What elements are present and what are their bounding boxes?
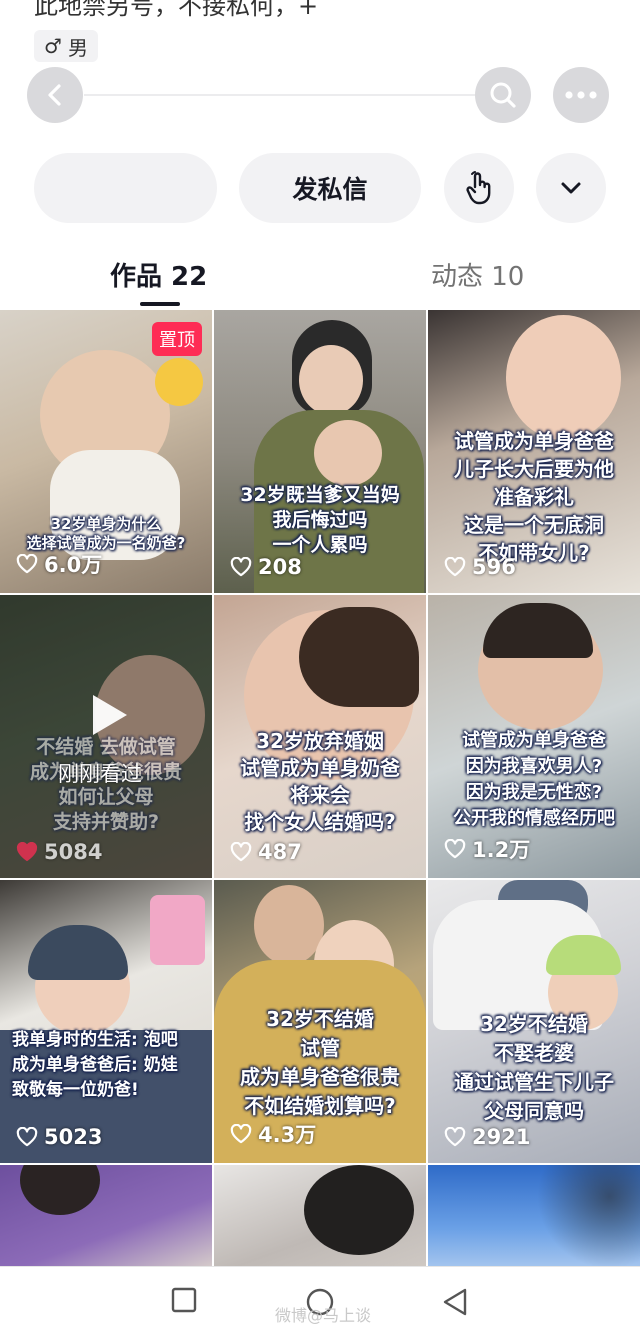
video-caption: 试管成为单身爸爸 儿子长大后要为他 准备彩礼 这是一个无底洞 不如带女儿? — [454, 429, 614, 565]
bio-text: 此地禁另号，不接私何，+ — [34, 0, 319, 20]
video-tile[interactable]: 32岁放弃婚姻 试管成为单身奶爸 将来会 找个女人结婚吗? 487 — [214, 595, 426, 878]
heart-icon — [230, 842, 252, 862]
like-count: 596 — [444, 555, 516, 579]
heart-icon — [444, 557, 466, 577]
like-count: 208 — [230, 555, 302, 579]
person-head — [20, 1165, 100, 1215]
toy — [150, 895, 205, 965]
video-tile[interactable]: 置顶 32岁单身为什么 选择试管成为一名奶爸? 6.0万 — [0, 310, 212, 593]
video-caption: 32岁不结婚 不娶老婆 通过试管生下儿子 父母同意吗 — [454, 1012, 614, 1123]
content-tabs: 作品 22 动态 10 — [0, 240, 640, 310]
video-caption: 我单身时的生活: 泡吧 成为单身爸爸后: 奶娃 致敬每一位奶爸! — [12, 1030, 178, 1100]
baby-hair — [483, 603, 593, 658]
man-face — [299, 345, 363, 415]
heart-icon — [16, 1127, 38, 1147]
video-tile[interactable]: 32岁不结婚 试管 成为单身爸爸很贵 不如结婚划算吗? 4.3万 — [214, 880, 426, 1163]
more-dots-icon — [565, 91, 597, 99]
video-tile[interactable]: 不结婚 去做试管 成为单身爸爸很贵 如何让父母 支持并赞助? 刚刚看过 5084 — [0, 595, 212, 878]
expand-button[interactable] — [536, 153, 606, 223]
watermark: 微博@马上谈 — [275, 1306, 372, 1325]
video-caption: 32岁既当爹又当妈 我后悔过吗 一个人累吗 — [240, 484, 400, 556]
video-caption: 32岁放弃婚姻 试管成为单身奶爸 将来会 找个女人结婚吗? — [240, 729, 400, 834]
like-count: 2921 — [444, 1125, 530, 1149]
tab-indicator — [140, 302, 180, 306]
profile-page: 此地禁另号，不接私何，+ ♂ 男 发私信 作品 22 动态 10 置顶 32岁单… — [0, 0, 640, 1330]
man-face — [254, 885, 324, 965]
video-tile[interactable] — [0, 1165, 212, 1270]
baby-hair — [299, 607, 419, 707]
hand-pointer-icon — [466, 171, 491, 205]
gender-tag: ♂ 男 — [34, 30, 98, 62]
tab-dynamic[interactable]: 动态 10 — [431, 256, 524, 293]
like-count: 5084 — [16, 840, 102, 864]
profile-actions: 发私信 — [34, 153, 606, 225]
pinned-badge: 置顶 — [152, 322, 202, 356]
video-tile[interactable]: 试管成为单身爸爸 儿子长大后要为他 准备彩礼 这是一个无底洞 不如带女儿? 59… — [428, 310, 640, 593]
play-icon — [93, 695, 127, 735]
baby-face — [506, 315, 621, 440]
back-nav-icon[interactable] — [441, 1287, 469, 1317]
video-tile[interactable] — [428, 1165, 640, 1270]
share-button[interactable] — [444, 153, 514, 223]
send-message-button[interactable]: 发私信 — [239, 153, 421, 223]
video-tile[interactable] — [214, 1165, 426, 1270]
like-count: 487 — [230, 840, 302, 864]
heart-filled-icon — [16, 842, 38, 862]
search-button[interactable] — [475, 67, 531, 123]
heart-icon — [230, 557, 252, 577]
tree-branches — [538, 1165, 640, 1270]
video-tile[interactable]: 32岁不结婚 不娶老婆 通过试管生下儿子 父母同意吗 2921 — [428, 880, 640, 1163]
baby-head — [314, 420, 382, 486]
video-caption: 试管成为单身爸爸 因为我喜欢男人? 因为我是无性恋? 公开我的情感经历吧 — [453, 730, 615, 829]
person-head — [304, 1165, 414, 1255]
follow-button[interactable] — [34, 153, 217, 223]
video-tile[interactable]: 试管成为单身爸爸 因为我喜欢男人? 因为我是无性恋? 公开我的情感经历吧 1.2… — [428, 595, 640, 878]
heart-icon — [444, 1127, 466, 1147]
like-count: 6.0万 — [16, 549, 102, 579]
header-divider — [84, 94, 476, 96]
video-tile[interactable]: 32岁既当爹又当妈 我后悔过吗 一个人累吗 208 — [214, 310, 426, 593]
tab-works[interactable]: 作品 22 — [110, 256, 207, 293]
baby-hat — [28, 925, 128, 980]
heart-icon — [444, 839, 466, 859]
more-button[interactable] — [553, 67, 609, 123]
video-caption: 32岁单身为什么 选择试管成为一名奶爸? — [26, 515, 186, 552]
heart-icon — [230, 1124, 252, 1144]
like-count: 5023 — [16, 1125, 102, 1149]
gender-label: 男 — [67, 35, 88, 60]
chevron-left-icon — [48, 84, 61, 106]
back-button[interactable] — [27, 67, 83, 123]
recent-apps-icon[interactable] — [171, 1287, 197, 1313]
video-caption: 32岁不结婚 试管 成为单身爸爸很贵 不如结婚划算吗? — [240, 1007, 400, 1118]
video-tile[interactable]: 我单身时的生活: 泡吧 成为单身爸爸后: 奶娃 致敬每一位奶爸! 5023 — [0, 880, 212, 1163]
like-count: 1.2万 — [444, 834, 530, 864]
heart-icon — [16, 554, 38, 574]
recently-watched-label: 刚刚看过 — [58, 762, 142, 786]
sticker-face — [155, 358, 203, 406]
chevron-down-icon — [561, 182, 581, 194]
like-count: 4.3万 — [230, 1119, 316, 1149]
male-icon: ♂ — [44, 34, 62, 58]
search-icon — [490, 82, 516, 108]
